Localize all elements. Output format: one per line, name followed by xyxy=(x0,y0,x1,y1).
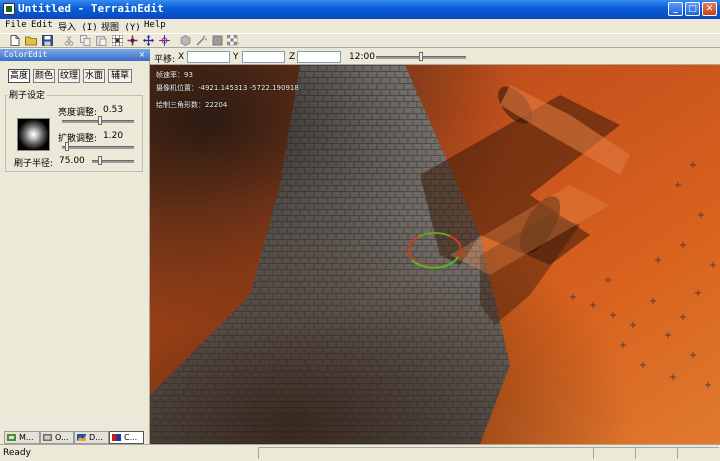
radius-value: 75.00 xyxy=(59,156,85,166)
z-label: Z xyxy=(289,52,296,62)
tab-water[interactable]: 水面 xyxy=(83,69,105,83)
cube-icon[interactable] xyxy=(179,35,191,46)
brush-settings-label: 刷子设定 xyxy=(7,88,48,101)
status-cell-2 xyxy=(593,447,635,459)
menu-bar: File Edit 导入 (I) 视图 (Y) Help xyxy=(0,19,720,33)
color-icon xyxy=(112,434,121,441)
move-icon[interactable] xyxy=(142,35,154,46)
minimize-button[interactable]: _ xyxy=(668,2,683,16)
menu-view[interactable]: 视图 (Y) xyxy=(101,20,141,33)
save-icon[interactable] xyxy=(41,35,53,46)
x-label: X xyxy=(178,52,185,62)
texture-icon xyxy=(77,434,86,441)
add-node-icon[interactable] xyxy=(126,35,138,46)
menu-edit[interactable]: Edit xyxy=(31,20,53,30)
x-input[interactable] xyxy=(187,51,230,63)
fps-readout: 帧速率：93 xyxy=(156,71,193,79)
bottom-tab-o[interactable]: O... xyxy=(40,431,74,444)
close-button[interactable]: ✕ xyxy=(702,2,717,16)
radius-label: 刷子半径: xyxy=(14,159,54,169)
block-icon[interactable] xyxy=(211,35,223,46)
tab-height[interactable]: 高度 xyxy=(8,69,30,83)
terrain-scene xyxy=(150,65,720,444)
tab-color[interactable]: 颜色 xyxy=(33,69,55,83)
bottom-tab-m[interactable]: M... xyxy=(4,431,40,444)
tab-texture[interactable]: 纹理 xyxy=(58,69,80,83)
wand-icon[interactable] xyxy=(195,35,207,46)
spread-slider-thumb[interactable] xyxy=(65,142,70,151)
status-bar: Ready xyxy=(0,444,720,461)
toolbar xyxy=(0,33,720,48)
maximize-button[interactable]: □ xyxy=(685,2,700,16)
app-icon xyxy=(3,3,15,15)
grid-icon[interactable] xyxy=(111,35,123,46)
paste-icon[interactable] xyxy=(95,35,107,46)
layer-icon xyxy=(7,434,16,441)
camera-position-readout: 摄像机位置：-4921.145313 -5722.190918 xyxy=(156,84,299,92)
status-cell-1 xyxy=(258,447,593,459)
transform-bar: 平移: X Y Z 12:00 xyxy=(150,49,720,65)
move-label: 平移: xyxy=(154,55,176,65)
application-window: Untitled - TerrainEdit _ □ ✕ File Edit 导… xyxy=(0,0,720,461)
copy-icon[interactable] xyxy=(79,35,91,46)
panel-close-icon[interactable]: × xyxy=(137,50,147,60)
spread-value: 1.20 xyxy=(103,131,124,141)
status-cell-3 xyxy=(635,447,677,459)
bottom-tab-d-label: D... xyxy=(89,433,103,442)
z-input[interactable] xyxy=(297,51,341,63)
crosshair-icon[interactable] xyxy=(158,35,170,46)
new-file-icon[interactable] xyxy=(9,35,21,46)
time-slider-thumb[interactable] xyxy=(419,52,423,61)
brush-preview[interactable] xyxy=(17,118,50,151)
y-label: Y xyxy=(233,52,239,62)
object-icon xyxy=(43,434,52,441)
checker-icon[interactable] xyxy=(227,35,239,46)
status-cell-4 xyxy=(677,447,719,459)
bottom-tab-c[interactable]: C... xyxy=(109,431,144,444)
color-edit-panel: ColorEdit × 高度 颜色 纹理 水面 辅草 刷子设定 亮度调整: 0.… xyxy=(0,49,150,444)
tab-grass[interactable]: 辅草 xyxy=(108,69,132,83)
menu-import[interactable]: 导入 (I) xyxy=(58,20,98,33)
brightness-slider-thumb[interactable] xyxy=(98,116,103,125)
panel-title: ColorEdit xyxy=(0,49,150,61)
brightness-value: 0.53 xyxy=(103,105,124,115)
menu-file[interactable]: File xyxy=(5,20,27,30)
y-input[interactable] xyxy=(242,51,285,63)
brightness-label: 亮度调整: xyxy=(58,108,98,118)
cut-icon[interactable] xyxy=(63,35,75,46)
bottom-tab-o-label: O... xyxy=(55,433,69,442)
bottom-tab-c-label: C... xyxy=(124,433,138,442)
triangle-count-readout: 绘制三角形数：22204 xyxy=(156,101,228,109)
time-label: 12:00 xyxy=(349,52,375,62)
terrain-viewport[interactable]: 帧速率：93 摄像机位置：-4921.145313 -5722.190918 绘… xyxy=(150,65,720,444)
status-text: Ready xyxy=(3,448,31,458)
spread-slider-track[interactable] xyxy=(62,146,134,149)
title-bar[interactable]: Untitled - TerrainEdit _ □ ✕ xyxy=(0,0,720,19)
open-folder-icon[interactable] xyxy=(25,35,37,46)
menu-help[interactable]: Help xyxy=(144,20,166,30)
window-title: Untitled - TerrainEdit xyxy=(18,2,164,15)
bottom-tab-d[interactable]: D... xyxy=(74,431,109,444)
radius-slider-thumb[interactable] xyxy=(97,156,102,165)
bottom-tab-m-label: M... xyxy=(19,433,34,442)
spread-label: 扩散调整: xyxy=(58,134,98,144)
